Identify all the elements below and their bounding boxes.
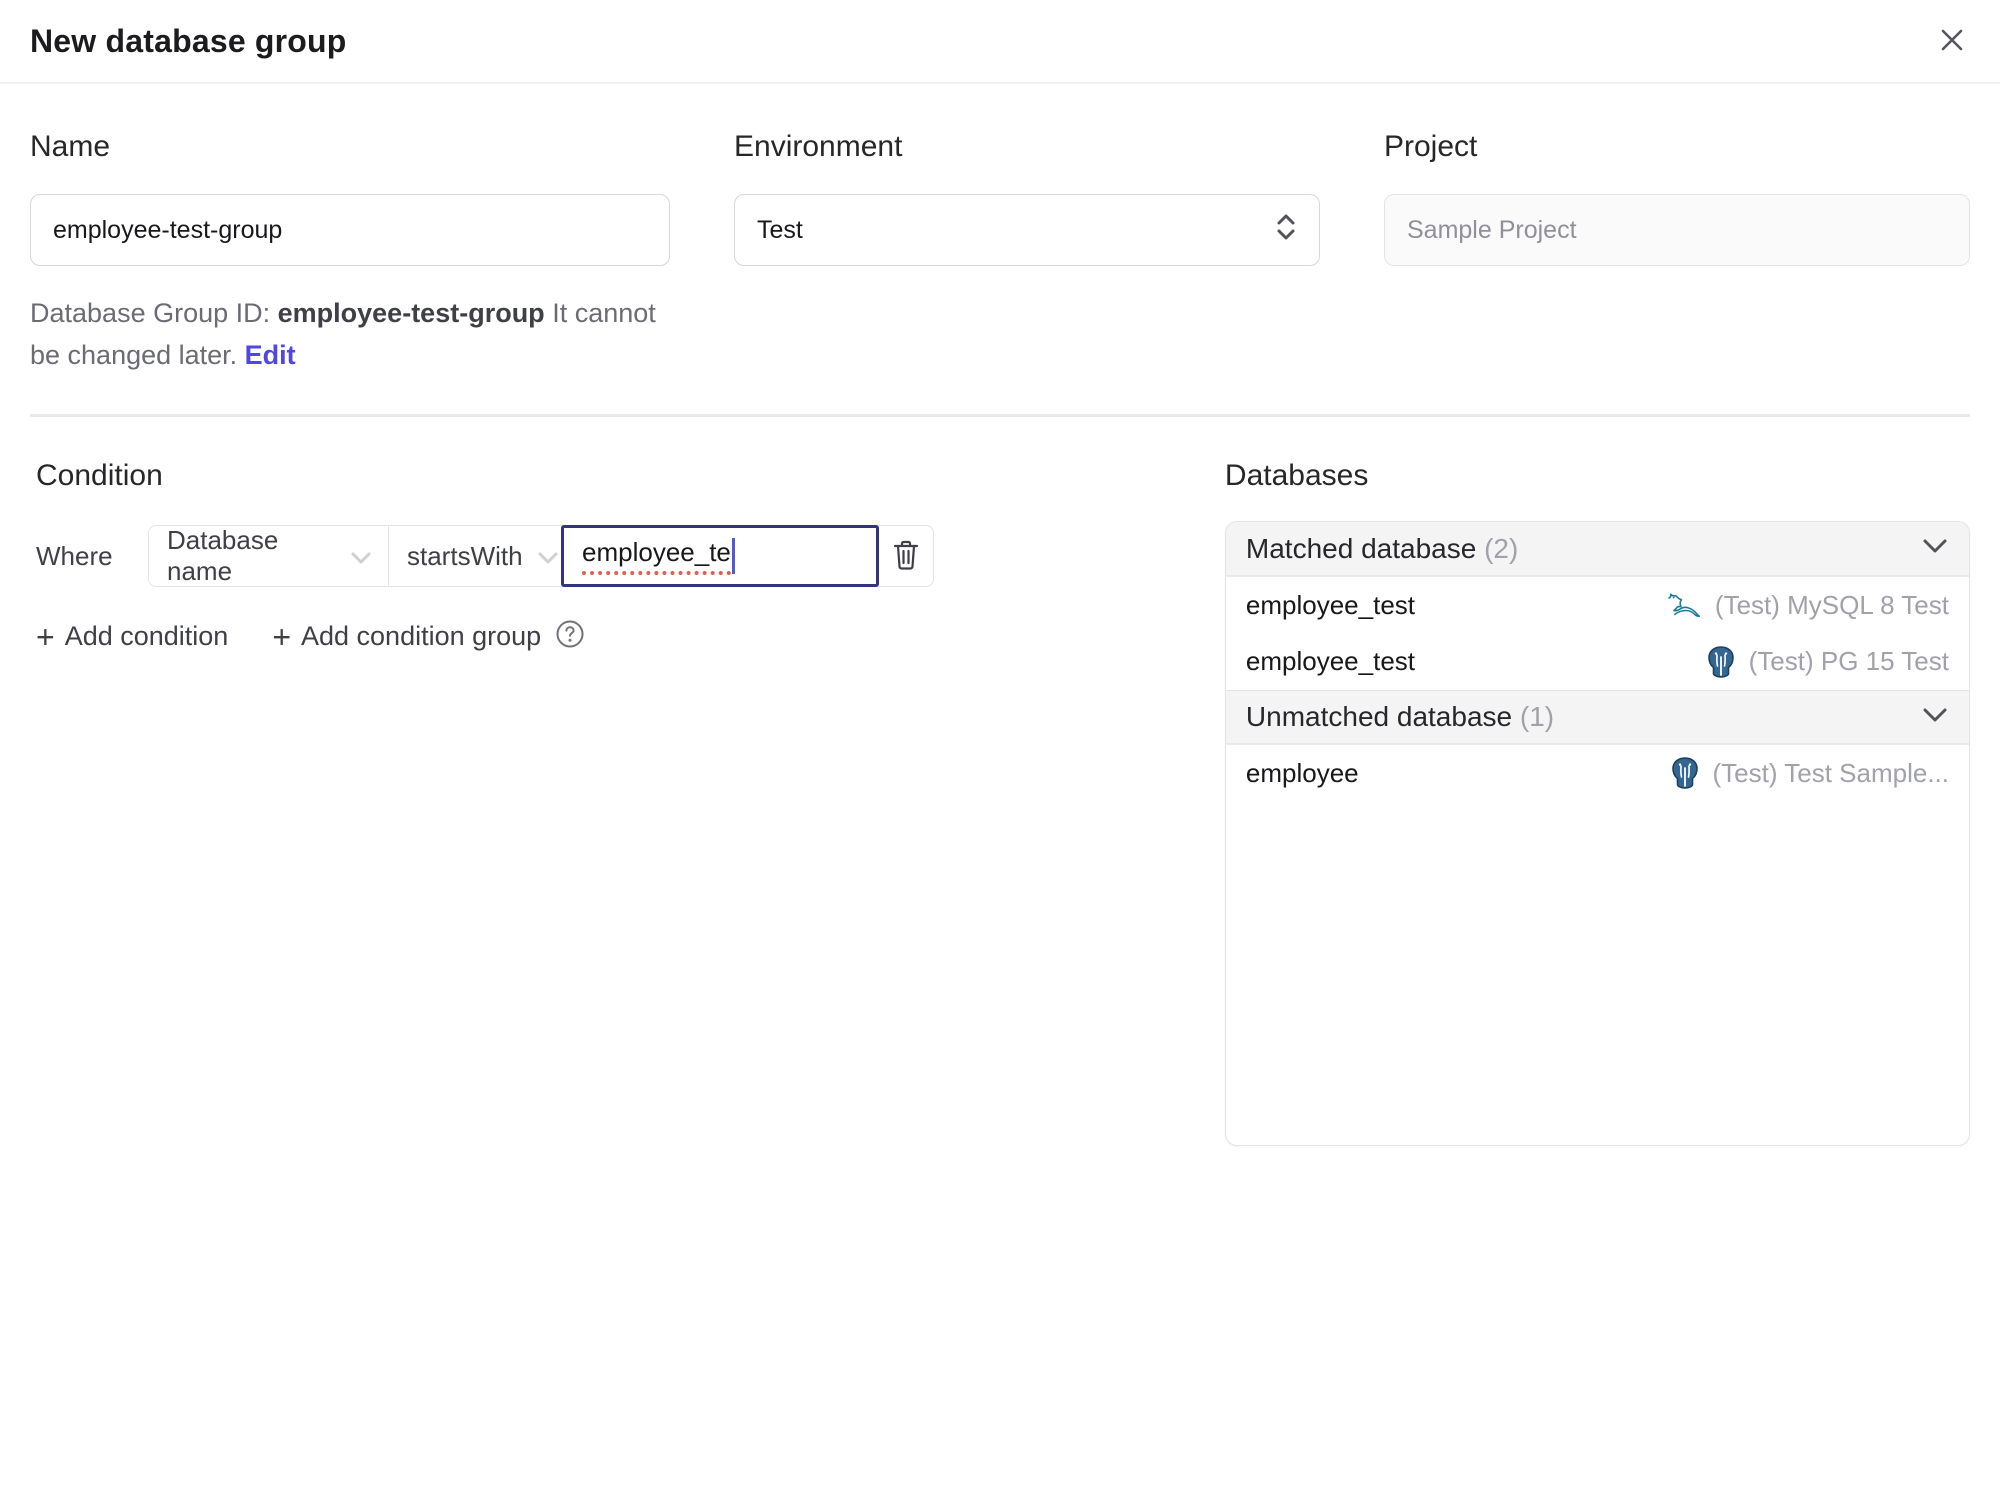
close-button[interactable] xyxy=(1934,22,1970,61)
database-name: employee_test xyxy=(1245,589,1416,620)
unmatched-database-title: Unmatched database (1) xyxy=(1246,701,1554,733)
postgres-icon xyxy=(1705,645,1737,679)
close-icon xyxy=(1934,22,1970,61)
environment-select[interactable]: Test xyxy=(734,194,1320,266)
operator-select[interactable]: startsWith xyxy=(389,526,561,586)
database-instance-label: (Test) MySQL 8 Test xyxy=(1714,589,1949,620)
condition-group: Database name startsWith employee_te xyxy=(148,525,934,587)
database-instance: (Test) Test Sample... xyxy=(1669,756,1950,790)
database-instance-label: (Test) Test Sample... xyxy=(1712,757,1950,788)
text-cursor xyxy=(731,538,735,574)
name-input[interactable] xyxy=(30,194,670,266)
database-name: employee xyxy=(1245,757,1359,788)
environment-selected-value: Test xyxy=(757,215,803,244)
chevron-down-icon xyxy=(350,541,372,572)
unmatched-database-rows: employee (Test) Test Sample... xyxy=(1225,743,1969,801)
unmatched-database-label: Unmatched database xyxy=(1245,701,1513,732)
edit-id-link[interactable]: Edit xyxy=(245,340,296,370)
unmatched-database-header[interactable]: Unmatched database (1) xyxy=(1225,690,1969,743)
environment-label: Environment xyxy=(734,130,903,163)
databases-panel: Matched database (2) employee_test (Test… xyxy=(1224,521,1970,1146)
unmatched-database-count: (1) xyxy=(1519,701,1555,732)
project-input: Sample Project xyxy=(1384,194,1970,266)
project-field-group: Project Sample Project xyxy=(1384,130,1970,376)
id-hint-value: employee-test-group xyxy=(277,298,545,328)
condition-actions: + Add condition + Add condition group xyxy=(36,619,939,654)
databases-section: Databases Matched database (2) employee_… xyxy=(1224,459,1970,1146)
condition-section: Condition Where Database name startsWith xyxy=(36,459,939,1146)
condition-row: Where Database name startsWith employee_… xyxy=(36,525,939,587)
mysql-icon xyxy=(1665,590,1703,620)
condition-value-input[interactable]: employee_te xyxy=(561,525,879,587)
matched-database-rows: employee_test (Test) MySQL 8 Test employ… xyxy=(1225,575,1969,690)
environment-field-group: Environment Test xyxy=(734,130,1320,376)
database-name: employee_test xyxy=(1245,646,1416,676)
database-instance: (Test) PG 15 Test xyxy=(1705,645,1949,679)
matched-database-label: Matched database xyxy=(1245,532,1477,564)
chevron-down-icon xyxy=(1921,538,1949,559)
page-title: New database group xyxy=(30,22,347,59)
factor-select[interactable]: Database name xyxy=(149,525,388,586)
database-instance: (Test) MySQL 8 Test xyxy=(1665,590,1949,621)
factor-selected-value: Database name xyxy=(167,525,279,586)
condition-heading: Condition xyxy=(36,459,163,492)
chevron-down-icon xyxy=(537,541,559,572)
add-condition-group-button[interactable]: + Add condition group xyxy=(272,621,541,653)
name-field-group: Name Database Group ID: employee-test-gr… xyxy=(30,130,670,376)
project-label: Project xyxy=(1384,130,1478,163)
id-hint-prefix: Database Group ID: xyxy=(30,298,278,328)
database-group-id-hint: Database Group ID: employee-test-group I… xyxy=(30,292,670,376)
where-label: Where xyxy=(36,540,113,571)
delete-condition-button[interactable] xyxy=(879,526,933,586)
condition-value-text: employee_te xyxy=(582,537,731,575)
project-value: Sample Project xyxy=(1407,215,1577,244)
matched-database-title: Matched database (2) xyxy=(1246,533,1518,565)
add-condition-group-label: Add condition group xyxy=(301,621,542,651)
database-row[interactable]: employee_test (Test) MySQL 8 Test xyxy=(1225,576,1969,633)
name-label: Name xyxy=(30,130,111,163)
chevron-down-icon xyxy=(1921,707,1949,728)
database-instance-label: (Test) PG 15 Test xyxy=(1748,646,1949,676)
postgres-icon xyxy=(1669,756,1701,790)
operator-selected-value: startsWith xyxy=(407,540,523,571)
matched-database-header[interactable]: Matched database (2) xyxy=(1225,522,1969,575)
help-icon[interactable] xyxy=(555,619,585,654)
plus-icon: + xyxy=(272,618,291,655)
add-condition-button[interactable]: + Add condition xyxy=(36,621,228,653)
database-row[interactable]: employee_test (Test) PG 15 Test xyxy=(1226,633,1969,690)
databases-heading: Databases xyxy=(1224,459,1369,492)
matched-database-count: (2) xyxy=(1484,532,1519,564)
section-divider xyxy=(30,414,1970,417)
form-grid: Name Database Group ID: employee-test-gr… xyxy=(30,130,1970,376)
updown-chevron-icon xyxy=(1273,211,1299,250)
add-condition-label: Add condition xyxy=(64,621,229,651)
database-row[interactable]: employee (Test) Test Sample... xyxy=(1225,744,1969,801)
plus-icon: + xyxy=(36,618,55,655)
dialog-header: New database group xyxy=(0,0,2000,84)
trash-icon xyxy=(890,538,922,575)
